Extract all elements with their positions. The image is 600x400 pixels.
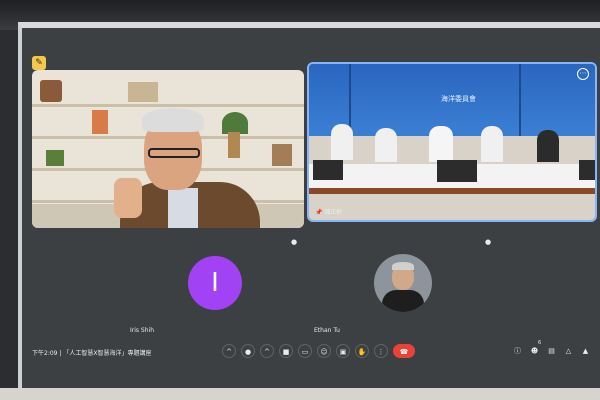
meeting-separator: | (59, 350, 62, 357)
meeting-title: 「人工智慧X智慧海洋」專題講座 (63, 350, 152, 357)
wall-line (349, 64, 351, 136)
emoji-icon[interactable]: ☺ (317, 344, 331, 358)
shelf-decor (40, 80, 62, 102)
video-tile-room[interactable]: 海洋委員會 ⋯ 📌 陳正軒 (307, 62, 597, 222)
plant-decor (46, 150, 64, 166)
camera-icon[interactable]: ■ (279, 344, 293, 358)
activities-icon[interactable]: △ (563, 346, 574, 357)
side-controls: ⓘ ☻ ▤ △ ▲ (512, 346, 591, 357)
pin-icon[interactable]: ✎ (32, 56, 46, 70)
participant-figure (375, 128, 397, 162)
participant-figure (537, 130, 559, 162)
speaker-hair (142, 108, 204, 132)
monitor (313, 160, 343, 180)
participant-figure (481, 126, 503, 162)
shelf-decor (272, 144, 292, 166)
mic-off-icon: ● (484, 238, 492, 246)
avatar (374, 254, 432, 312)
hand-icon[interactable]: ✋ (355, 344, 369, 358)
more-vert-icon[interactable]: ⋯ (577, 68, 589, 80)
participant-figure (429, 126, 453, 162)
wall-line (519, 64, 521, 136)
room-floor (0, 388, 600, 400)
meeting-time: 下午2:09 (32, 350, 58, 357)
avatar-suit (382, 290, 424, 312)
captions-icon[interactable]: ▭ (298, 344, 312, 358)
avatar: I (188, 256, 242, 310)
room-sign: 海洋委員會 (441, 95, 476, 103)
mic-off-icon: ● (290, 238, 298, 246)
shelf-decor (128, 82, 158, 102)
lock-icon[interactable]: ▲ (580, 346, 591, 357)
video-tile-iris[interactable]: I ● Iris Shih (124, 232, 304, 338)
people-icon[interactable]: ☻ (529, 346, 540, 357)
speaker-collar (168, 188, 198, 228)
vase-decor (228, 132, 240, 158)
end-call-icon[interactable]: ☎ (393, 344, 415, 358)
avatar-hair (392, 262, 414, 270)
video-tile-ethan[interactable]: ● Ethan Tu (308, 232, 498, 338)
participant-name: Iris Shih (130, 327, 155, 334)
participant-name-text: 陳正軒 (324, 209, 343, 216)
chevron-up-icon[interactable]: ^ (222, 344, 236, 358)
video-tile-speaker[interactable] (32, 70, 304, 228)
monitor (437, 160, 477, 182)
chevron-up-icon[interactable]: ^ (260, 344, 274, 358)
participant-figure (331, 124, 353, 160)
meeting-info: 下午2:09 | 「人工智慧X智慧海洋」專題講座 (32, 348, 151, 357)
shelf-decor (92, 110, 108, 134)
present-icon[interactable]: ▣ (336, 344, 350, 358)
table-edge (309, 188, 595, 194)
mic-icon[interactable]: ● (241, 344, 255, 358)
participant-name: 📌 陳正軒 (315, 207, 342, 216)
thumbs-up-hand (114, 178, 142, 218)
pin-icon: 📌 (315, 209, 325, 216)
glasses-icon (148, 148, 200, 158)
call-controls: ^ ● ^ ■ ▭ ☺ ▣ ✋ ⋮ ☎ (222, 344, 415, 358)
participant-name: Ethan Tu (314, 327, 340, 334)
chat-icon[interactable]: ▤ (546, 346, 557, 357)
more-vert-icon[interactable]: ⋮ (374, 344, 388, 358)
info-icon[interactable]: ⓘ (512, 346, 523, 357)
shelf (32, 104, 304, 107)
monitor (579, 160, 595, 180)
plant-decor (222, 112, 248, 134)
